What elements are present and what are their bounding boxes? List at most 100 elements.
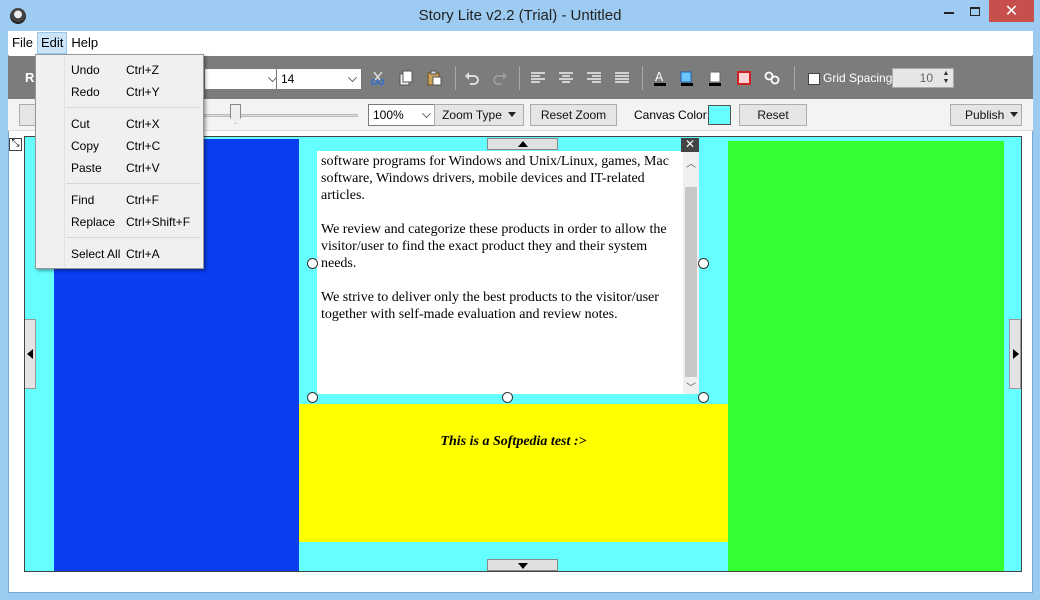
menu-item-shortcut: Ctrl+V (126, 161, 160, 175)
yellow-text-panel[interactable]: This is a Softpedia test :> (299, 404, 728, 542)
minimize-icon (944, 12, 954, 14)
menu-item-label: Copy (71, 139, 100, 153)
move-down-handle[interactable] (487, 559, 558, 571)
grid-spacing-checkbox[interactable] (808, 73, 820, 85)
undo-icon[interactable] (463, 69, 481, 87)
menu-item-label: Paste (71, 161, 102, 175)
align-left-icon[interactable] (529, 69, 547, 87)
window-title: Story Lite v2.2 (Trial) - Untitled (418, 7, 622, 24)
resize-handle-bottom-left[interactable] (307, 392, 318, 403)
zoom-select[interactable]: 100% (368, 104, 436, 126)
scroll-left-handle[interactable] (25, 319, 36, 389)
title-bar: Story Lite v2.2 (Trial) - Untitled ✕ (0, 0, 1040, 32)
menu-item-replace[interactable]: Replace Ctrl+Shift+F (36, 211, 203, 233)
green-panel[interactable] (728, 141, 1004, 571)
font-family-select[interactable] (204, 68, 282, 90)
menu-bar: File Edit Help (8, 31, 1033, 55)
align-right-icon[interactable] (585, 69, 603, 87)
border-color-icon[interactable] (735, 69, 753, 87)
menu-item-redo[interactable]: Redo Ctrl+Y (36, 81, 203, 103)
background-color-icon[interactable] (706, 69, 724, 87)
menu-item-cut[interactable]: Cut Ctrl+X (36, 113, 203, 135)
paragraph: We review and categorize these products … (321, 222, 667, 271)
maximize-button[interactable] (962, 0, 988, 22)
menu-item-label: Replace (71, 215, 116, 229)
menu-item-label: Select All (71, 247, 121, 261)
menu-item-label: Find (71, 193, 95, 207)
menu-item-shortcut: Ctrl+Z (126, 63, 159, 77)
font-size-select[interactable]: 14 (276, 68, 362, 90)
resize-handle-bottom-right[interactable] (698, 392, 709, 403)
grid-spacing-value: 10 (919, 71, 933, 85)
cut-icon[interactable] (369, 69, 387, 87)
text-box[interactable]: software programs for Windows and Unix/L… (317, 151, 699, 394)
copy-icon[interactable] (397, 69, 415, 87)
justify-icon[interactable] (613, 69, 631, 87)
text-box-content[interactable]: software programs for Windows and Unix/L… (321, 153, 676, 340)
menu-item-label: Undo (71, 63, 100, 77)
yellow-panel-text: This is a Softpedia test :> (440, 434, 587, 449)
menu-help[interactable]: Help (68, 32, 101, 54)
font-style-label: R (25, 70, 35, 85)
chevron-down-icon (348, 73, 357, 82)
menu-item-shortcut: Ctrl+A (126, 247, 160, 261)
move-up-handle[interactable] (487, 138, 558, 150)
menu-item-paste[interactable]: Paste Ctrl+V (36, 157, 203, 179)
paste-icon[interactable] (425, 69, 443, 87)
menu-item-select-all[interactable]: Select All Ctrl+A (36, 243, 203, 265)
redo-icon[interactable] (491, 69, 509, 87)
highlight-icon[interactable] (678, 69, 696, 87)
menu-separator (66, 237, 200, 238)
zoom-type-button[interactable]: Zoom Type (434, 104, 524, 126)
maximize-icon (970, 6, 980, 16)
menu-edit[interactable]: Edit (36, 32, 68, 54)
align-center-icon[interactable] (557, 69, 575, 87)
menu-file[interactable]: File (9, 32, 36, 54)
menu-item-shortcut: Ctrl+Y (126, 85, 160, 99)
resize-handle-left[interactable] (307, 258, 318, 269)
grid-spacing-spinner[interactable]: 10 ▲ ▼ (892, 68, 954, 88)
spin-down-icon[interactable]: ▼ (941, 78, 951, 86)
menu-item-copy[interactable]: Copy Ctrl+C (36, 135, 203, 157)
menu-item-shortcut: Ctrl+Shift+F (126, 215, 191, 229)
scroll-right-handle[interactable] (1009, 319, 1021, 389)
edit-menu-dropdown: Undo Ctrl+Z Redo Ctrl+Y Cut Ctrl+X Copy Ctrl… (35, 54, 204, 269)
scroll-thumb[interactable] (685, 187, 697, 377)
canvas-color-label: Canvas Color: (634, 108, 711, 122)
zoom-type-label: Zoom Type (442, 108, 502, 122)
close-icon: ✕ (1004, 3, 1019, 20)
menu-item-shortcut: Ctrl+F (126, 193, 159, 207)
resize-corner-icon[interactable]: ⤡ (9, 138, 22, 151)
close-button[interactable]: ✕ (989, 0, 1034, 22)
menu-item-shortcut: Ctrl+X (126, 117, 160, 131)
menu-separator (66, 183, 200, 184)
dropdown-arrow-icon (507, 112, 516, 117)
text-box-scrollbar[interactable]: ︿ ﹀ (683, 151, 699, 394)
paragraph: We strive to deliver only the best produ… (321, 290, 659, 322)
resize-handle-right[interactable] (698, 258, 709, 269)
reset-button[interactable]: Reset (739, 104, 807, 126)
resize-handle-bottom[interactable] (502, 392, 513, 403)
close-box-icon[interactable]: ✕ (681, 138, 699, 152)
menu-item-label: Redo (71, 85, 100, 99)
link-icon[interactable] (763, 69, 781, 87)
menu-item-shortcut: Ctrl+C (126, 139, 161, 153)
minimize-button[interactable] (936, 0, 962, 22)
menu-item-find[interactable]: Find Ctrl+F (36, 189, 203, 211)
menu-item-label: Cut (71, 117, 90, 131)
reset-zoom-button[interactable]: Reset Zoom (530, 104, 617, 126)
paragraph: software programs for Windows and Unix/L… (321, 154, 669, 203)
svg-text:A: A (655, 70, 664, 84)
text-color-icon[interactable]: A (651, 69, 669, 87)
font-size-value: 14 (281, 72, 295, 86)
menu-separator (66, 107, 200, 108)
menu-item-undo[interactable]: Undo Ctrl+Z (36, 59, 203, 81)
chevron-down-icon (422, 109, 431, 118)
zoom-slider-track[interactable] (203, 114, 358, 117)
scroll-up-icon[interactable]: ︿ (685, 155, 697, 170)
dropdown-arrow-icon (1010, 112, 1019, 117)
scroll-down-icon[interactable]: ﹀ (685, 379, 697, 394)
publish-button[interactable]: Publish (950, 104, 1022, 126)
spin-up-icon[interactable]: ▲ (941, 70, 951, 78)
canvas-color-swatch[interactable] (708, 105, 731, 125)
